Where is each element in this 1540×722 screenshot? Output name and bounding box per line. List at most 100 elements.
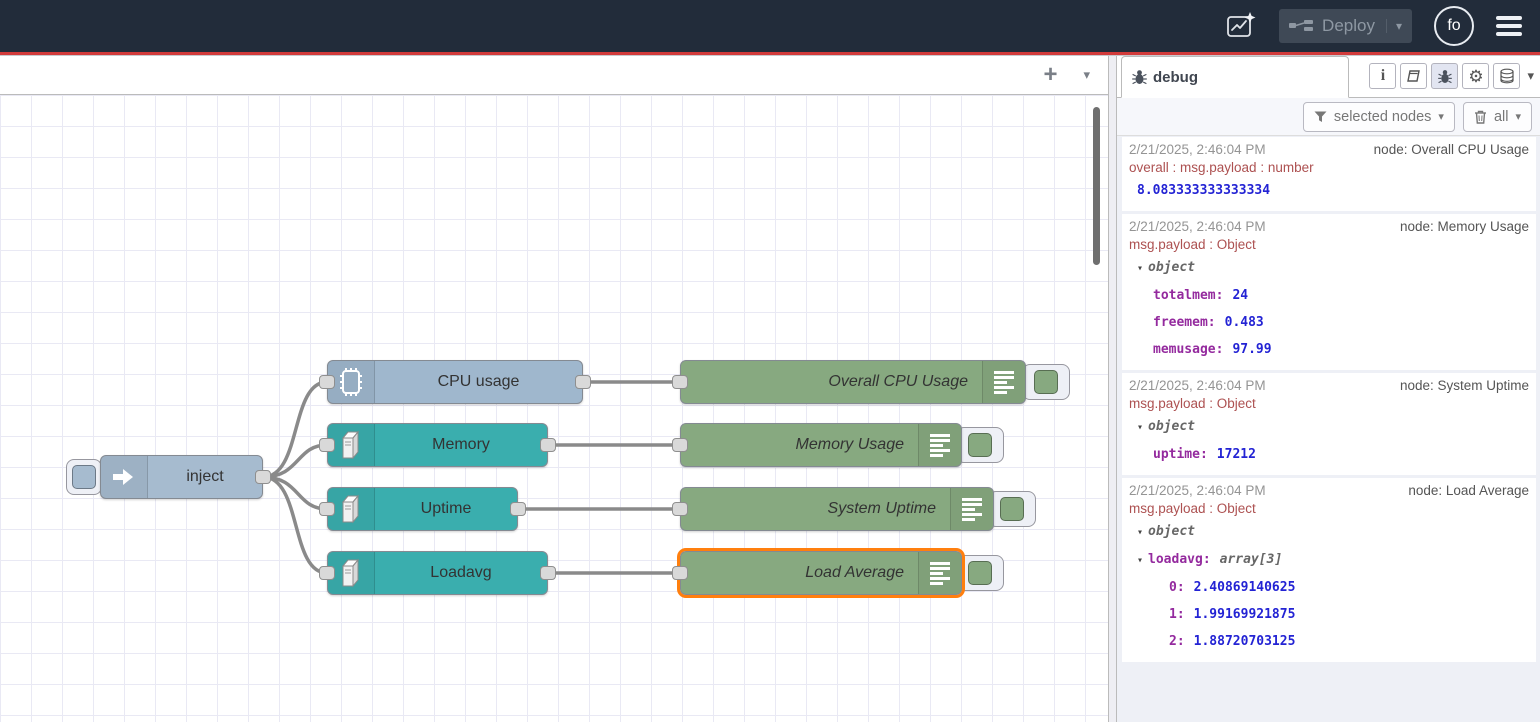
node-cpu-usage[interactable]: CPU usage [327, 360, 583, 404]
debug-row: ▾object [1129, 254, 1529, 282]
debug-value-key: uptime: [1153, 441, 1208, 468]
debug-tab-button[interactable] [1431, 63, 1458, 89]
node-memory-usage[interactable]: Memory Usage [680, 423, 962, 467]
collapse-caret-icon[interactable]: ▾ [1137, 414, 1143, 441]
node-system-uptime[interactable]: System Uptime [680, 487, 994, 531]
computer-tower-icon [328, 424, 375, 466]
debug-clear-label: all [1494, 109, 1509, 125]
user-menu-button[interactable]: fo [1434, 6, 1474, 46]
bug-icon [1438, 69, 1452, 84]
wire[interactable] [263, 477, 327, 509]
debug-message[interactable]: 2/21/2025, 2:46:04 PMnode: Overall CPU U… [1122, 137, 1536, 214]
debug-enable-button[interactable] [988, 491, 1036, 527]
debug-message-meta: 2/21/2025, 2:46:04 PM node: Memory Usage [1129, 217, 1529, 236]
node-red-app: Deploy ▾ fo + ▾ [0, 0, 1540, 722]
debug-source-node: node: Memory Usage [1400, 217, 1529, 236]
debug-enable-button[interactable] [956, 555, 1004, 591]
debug-console-icon [950, 488, 993, 530]
debug-enable-button[interactable] [1022, 364, 1070, 400]
trash-icon [1474, 110, 1487, 124]
debug-row: 1:1.99169921875 [1129, 601, 1529, 628]
wire-layer [0, 95, 1108, 722]
deploy-button[interactable]: Deploy ▾ [1279, 9, 1412, 43]
wire[interactable] [263, 445, 327, 477]
help-tab-button[interactable] [1400, 63, 1427, 89]
input-port[interactable] [672, 502, 688, 516]
collapse-caret-icon[interactable]: ▾ [1137, 255, 1143, 282]
info-tab-button[interactable]: i [1369, 63, 1396, 89]
debug-value-key: 1: [1169, 601, 1185, 628]
node-memory[interactable]: Memory [327, 423, 548, 467]
input-port[interactable] [319, 502, 335, 516]
computer-tower-icon [328, 488, 375, 530]
sidebar-splitter[interactable] [1108, 56, 1117, 722]
output-port[interactable] [510, 502, 526, 516]
debug-value-num: 24 [1232, 282, 1248, 309]
sidebar-tabs-caret-icon[interactable]: ▾ [1527, 68, 1534, 84]
node-load-average[interactable]: Load Average [680, 551, 962, 595]
debug-toolbar: selected nodes ▾ all ▾ [1117, 98, 1540, 136]
input-port[interactable] [319, 566, 335, 580]
flow-editor-pane: + ▾ [0, 56, 1108, 722]
tab-debug-label: debug [1153, 69, 1198, 86]
debug-timestamp: 2/21/2025, 2:46:04 PM [1129, 217, 1266, 236]
gear-icon: ⚙ [1468, 68, 1483, 85]
ai-assistant-icon[interactable] [1225, 11, 1257, 41]
canvas-vertical-scrollbar[interactable] [1093, 107, 1100, 265]
filter-caret-icon: ▾ [1438, 110, 1444, 123]
node-loadavg[interactable]: Loadavg [327, 551, 548, 595]
input-port[interactable] [672, 566, 688, 580]
input-port[interactable] [672, 375, 688, 389]
input-port[interactable] [672, 438, 688, 452]
flow-list-caret-icon[interactable]: ▾ [1083, 67, 1090, 83]
node-inject[interactable]: inject [100, 455, 263, 499]
debug-message[interactable]: 2/21/2025, 2:46:04 PMnode: Load Averagem… [1122, 478, 1536, 665]
collapse-caret-icon[interactable]: ▾ [1137, 547, 1143, 574]
collapse-caret-icon[interactable]: ▾ [1137, 519, 1143, 546]
book-icon [1406, 69, 1422, 83]
output-port[interactable] [540, 566, 556, 580]
inject-trigger-button[interactable] [66, 459, 102, 495]
debug-enable-button[interactable] [956, 427, 1004, 463]
input-port[interactable] [319, 375, 335, 389]
add-flow-button[interactable]: + [1043, 63, 1057, 87]
flow-canvas[interactable]: inject [0, 95, 1108, 722]
computer-tower-icon [328, 552, 375, 594]
debug-value-meta: object [1148, 518, 1195, 545]
tab-debug[interactable]: debug [1121, 56, 1349, 98]
debug-message[interactable]: 2/21/2025, 2:46:04 PM node: Memory Usage m… [1122, 214, 1536, 373]
node-uptime[interactable]: Uptime [327, 487, 518, 531]
database-icon [1499, 68, 1515, 84]
output-port[interactable] [255, 470, 271, 484]
node-label: Memory Usage [681, 424, 918, 466]
output-port[interactable] [575, 375, 591, 389]
debug-value-meta: object [1148, 254, 1195, 281]
deploy-options-caret-icon[interactable]: ▾ [1386, 19, 1402, 33]
node-overall-cpu-usage[interactable]: Overall CPU Usage [680, 360, 1026, 404]
node-label: inject [148, 456, 262, 498]
context-tab-button[interactable] [1493, 63, 1520, 89]
debug-topic: msg.payload : Object [1129, 395, 1529, 413]
output-port[interactable] [540, 438, 556, 452]
debug-value-key: totalmem: [1153, 282, 1223, 309]
debug-console-icon [982, 361, 1025, 403]
debug-message[interactable]: 2/21/2025, 2:46:04 PMnode: System Uptime… [1122, 373, 1536, 478]
input-port[interactable] [319, 438, 335, 452]
debug-filter-button[interactable]: selected nodes ▾ [1303, 102, 1455, 132]
node-label: Uptime [375, 488, 517, 530]
debug-row: ▾loadavg:array[3] [1129, 546, 1529, 574]
debug-source-node: node: Load Average [1408, 481, 1529, 500]
workspace-tab-bar: + ▾ [0, 56, 1108, 95]
debug-row: 2:1.88720703125 [1129, 628, 1529, 655]
debug-timestamp: 2/21/2025, 2:46:04 PM [1129, 140, 1266, 159]
main-menu-button[interactable] [1496, 16, 1522, 36]
debug-row: 8.083333333333334 [1129, 177, 1529, 204]
node-label: Load Average [681, 552, 918, 594]
node-label: Memory [375, 424, 547, 466]
node-label: Loadavg [375, 552, 547, 594]
debug-row: ▾object [1129, 413, 1529, 441]
debug-value-key: memusage: [1153, 336, 1223, 363]
bug-icon [1132, 69, 1147, 85]
debug-clear-button[interactable]: all ▾ [1463, 102, 1532, 132]
config-tab-button[interactable]: ⚙ [1462, 63, 1489, 89]
